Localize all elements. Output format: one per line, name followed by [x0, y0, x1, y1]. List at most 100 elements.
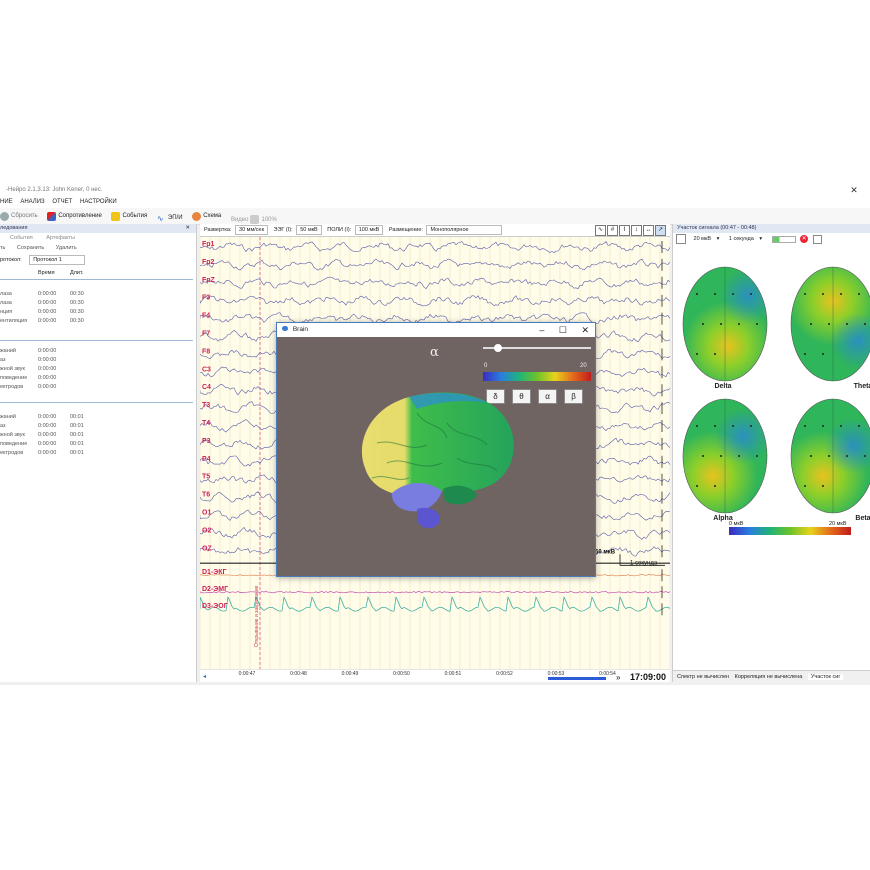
scale-min-label: 0: [484, 363, 488, 369]
alpha-button[interactable]: α: [538, 389, 557, 404]
impedance-button[interactable]: Сопротивление: [47, 208, 102, 224]
protocol-label: ротокол:: [0, 257, 22, 263]
protocol-list-item[interactable]: лаза 0:00:00 00:30: [0, 290, 196, 298]
save-button[interactable]: Сохранить: [17, 245, 44, 251]
channel-label[interactable]: T5: [202, 474, 210, 481]
sweep-select[interactable]: 30 мм/сек: [235, 225, 268, 235]
electrode-dot: [714, 353, 716, 355]
electrode-dot: [804, 293, 806, 295]
protocol-list-item[interactable]: поведение 0:00:00: [0, 374, 196, 382]
signal-segment-tab[interactable]: Участок сиг: [807, 674, 844, 680]
protocol-list-item[interactable]: аз 0:00:00 00:01: [0, 422, 196, 430]
channel-label[interactable]: T3: [202, 402, 210, 409]
channel-label[interactable]: F7: [202, 331, 210, 338]
time-tick-label: 0:00:49: [342, 671, 359, 677]
channel-label[interactable]: P3: [202, 438, 211, 445]
channel-label[interactable]: F4: [202, 313, 210, 320]
beta-button[interactable]: β: [564, 389, 583, 404]
scheme-button[interactable]: Схема: [192, 208, 221, 224]
scale-max-label: 20: [580, 363, 587, 369]
eeg-gain-select[interactable]: 50 мкВ: [296, 225, 322, 235]
export-icon[interactable]: [812, 234, 822, 244]
events-tab[interactable]: События: [10, 235, 33, 241]
window-close-button[interactable]: ✕: [848, 183, 860, 197]
menu-item-report[interactable]: ОТЧЕТ: [52, 199, 72, 205]
protocol-list-item[interactable]: нция 0:00:00 00:30: [0, 308, 196, 316]
protocol-list-item[interactable]: поведение 0:00:00 00:01: [0, 440, 196, 448]
channel-label[interactable]: O2: [202, 527, 211, 534]
correlation-tab[interactable]: Корреляция не вычислена: [735, 674, 803, 680]
channel-label[interactable]: T6: [202, 492, 210, 499]
map-duration-select[interactable]: 1 секунда: [729, 236, 754, 242]
protocol-list-item[interactable]: жаний 0:00:00 00:01: [0, 413, 196, 421]
dropdown-arrow-icon: ▾: [716, 236, 720, 243]
poly-gain-select[interactable]: 100 мкВ: [354, 225, 384, 235]
reset-button[interactable]: Сбросить: [0, 208, 38, 224]
channel-label[interactable]: F8: [202, 348, 210, 355]
channel-label[interactable]: Fp2: [202, 259, 215, 266]
evoked-wave-icon: ∿: [156, 213, 164, 223]
events-label: События: [122, 213, 148, 219]
channel-label[interactable]: P4: [202, 456, 211, 463]
protocol-list-item[interactable]: ектродов 0:00:00 00:01: [0, 449, 196, 457]
time-tick-label: 0:00:47: [239, 671, 256, 677]
eeg-trace: [200, 276, 670, 290]
protocol-list-item[interactable]: жной звук 0:00:00: [0, 365, 196, 373]
item-time: 0:00:00: [38, 375, 57, 381]
vertical-scale-icon[interactable]: ↕: [631, 225, 642, 236]
channel-label[interactable]: C4: [202, 384, 211, 391]
protocol-list-item[interactable]: жаний 0:00:00: [0, 347, 196, 355]
electrode-dot: [750, 293, 752, 295]
protocol-list-item[interactable]: лаза 0:00:00 00:30: [0, 299, 196, 307]
cursor-tool-icon[interactable]: I: [619, 225, 630, 236]
protocol-select[interactable]: Протокол 1: [29, 255, 85, 265]
reset-icon: [0, 211, 9, 221]
item-name: жаний: [0, 414, 16, 420]
pin-icon[interactable]: ✕: [185, 224, 190, 233]
menu-item-study[interactable]: НИЕ: [0, 199, 13, 205]
artifacts-tab[interactable]: Артефакты: [46, 235, 75, 241]
timeline-scrollbar[interactable]: [548, 677, 606, 680]
close-icon[interactable]: ✕: [581, 325, 589, 335]
opacity-slider[interactable]: [483, 344, 591, 352]
electrode-dot: [702, 323, 704, 325]
slider-thumb[interactable]: [494, 344, 502, 352]
menu-item-analysis[interactable]: АНАЛИЗ: [20, 199, 44, 205]
delete-button[interactable]: Удалить: [56, 245, 77, 251]
channel-label[interactable]: Fp1: [202, 241, 215, 248]
time-axis[interactable]: ◂ 0:00:47 0:00:48 0:00:49 0:00:50 0:00:51 0:00…: [200, 669, 670, 681]
map-settings-icon[interactable]: [676, 234, 686, 244]
horizontal-scale-icon[interactable]: ↔: [643, 225, 654, 236]
channel-label[interactable]: FpZ: [202, 277, 216, 284]
eeg-trace: [200, 241, 670, 253]
brain-3d-model[interactable]: [347, 383, 527, 533]
protocol-list-item[interactable]: ектродов 0:00:00: [0, 383, 196, 391]
channel-label[interactable]: OZ: [202, 545, 212, 552]
channel-label[interactable]: F3: [202, 295, 210, 302]
stop-icon[interactable]: ✕: [800, 235, 809, 243]
poly-channel-label[interactable]: D1-ЭКГ: [202, 569, 227, 576]
spectrum-tab[interactable]: Спектр не вычислен: [677, 674, 729, 680]
channel-label[interactable]: C3: [202, 366, 211, 373]
grid-tool-icon[interactable]: #: [607, 225, 618, 236]
brain-window-controls: – ☐ ✕: [527, 323, 589, 337]
fast-forward-icon[interactable]: »: [616, 673, 621, 681]
map-amplitude-select[interactable]: 20 мкВ: [694, 236, 712, 242]
poly-channel-label[interactable]: D2-ЭМГ: [202, 586, 228, 593]
montage-select[interactable]: Монополярное: [426, 225, 502, 235]
scroll-left-icon[interactable]: ◂: [203, 674, 206, 680]
add-button[interactable]: ть: [0, 245, 5, 251]
events-button[interactable]: События: [111, 208, 147, 224]
maximize-icon[interactable]: ☐: [559, 325, 567, 335]
electrode-dot: [822, 293, 824, 295]
protocol-list-item[interactable]: жной звук 0:00:00 00:01: [0, 431, 196, 439]
menu-item-settings[interactable]: НАСТРОЙКИ: [80, 199, 117, 205]
protocol-list-item[interactable]: ентиляция 0:00:00 00:30: [0, 317, 196, 325]
poly-channel-label[interactable]: D3-ЭОГ: [202, 603, 228, 610]
protocol-list-item[interactable]: аз 0:00:00: [0, 356, 196, 364]
channel-label[interactable]: T4: [202, 420, 210, 427]
waveform-tool-icon[interactable]: ∿: [595, 225, 606, 236]
channel-label[interactable]: O1: [202, 510, 211, 517]
pointer-icon[interactable]: ↗: [655, 225, 666, 236]
minimize-icon[interactable]: –: [539, 325, 544, 335]
